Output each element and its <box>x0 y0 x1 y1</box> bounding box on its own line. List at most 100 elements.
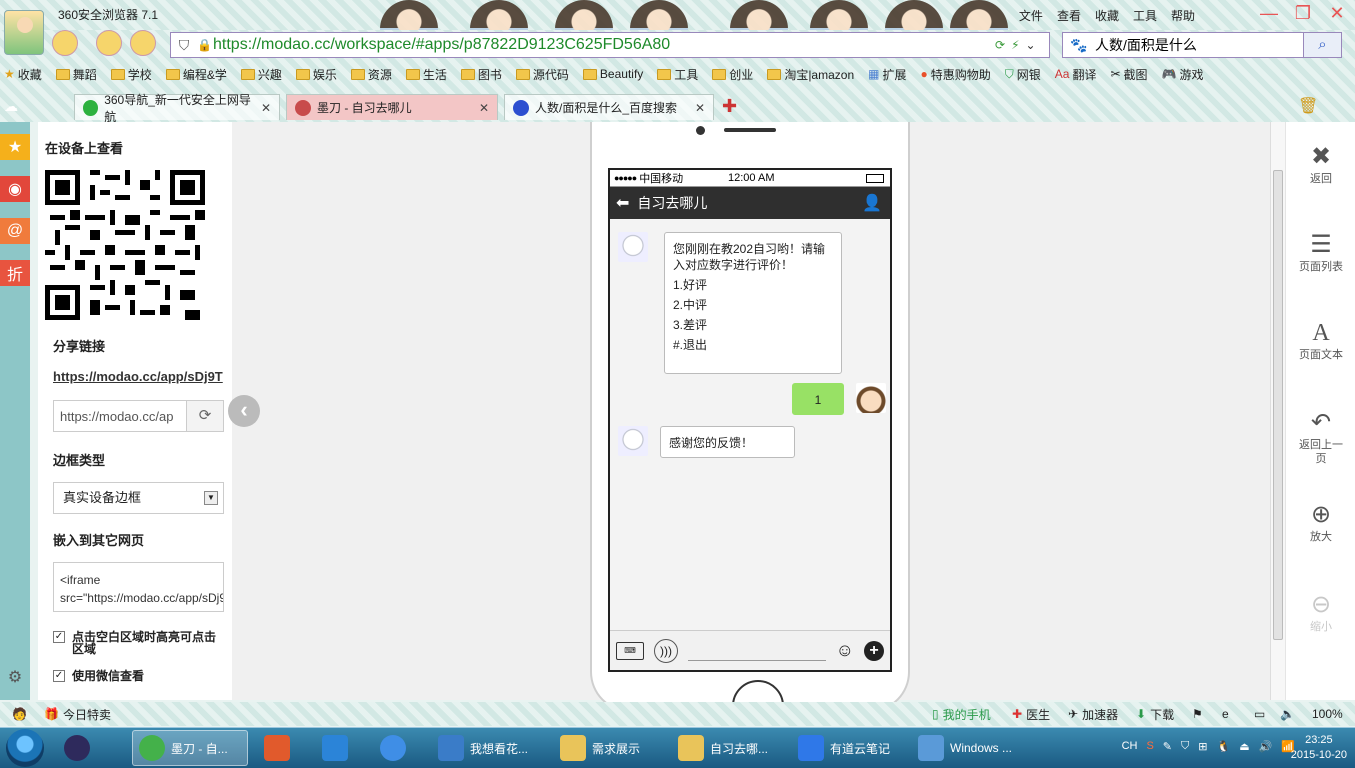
volume-icon[interactable]: 🔈 <box>1280 707 1295 721</box>
bookmark-folder[interactable]: 舞蹈 <box>55 66 97 83</box>
today-deal[interactable]: 🎁 今日特卖 <box>44 706 111 723</box>
back-tool[interactable]: ✖ 返回 <box>1286 142 1355 186</box>
share-link[interactable]: https://modao.cc/app/sDj9T <box>53 369 225 384</box>
theme-avatar[interactable] <box>96 30 122 56</box>
volume-icon[interactable]: 🔊 <box>1259 740 1273 753</box>
user-avatar[interactable] <box>4 10 44 55</box>
email-icon[interactable]: @ <box>0 218 30 244</box>
plus-icon[interactable]: + <box>864 640 884 661</box>
start-button[interactable] <box>6 729 44 767</box>
highlight-checkbox[interactable]: ✓ 点击空白区域时高亮可点击区域 <box>53 631 222 655</box>
zoom-in-tool[interactable]: ⊕ 放大 <box>1286 500 1355 544</box>
close-icon[interactable]: ✕ <box>261 101 271 115</box>
page-list-tool[interactable]: ☰ 页面列表 <box>1286 230 1355 274</box>
qq-icon[interactable]: 🐧 <box>1216 740 1230 753</box>
windows-icon[interactable]: ⊞ <box>1198 740 1207 753</box>
lightning-icon[interactable]: ⚡ <box>1011 38 1019 52</box>
search-icon[interactable]: ⌕ <box>1303 33 1341 57</box>
ie-icon[interactable]: e <box>1222 707 1229 721</box>
trash-icon[interactable]: 🗑 <box>1298 96 1318 116</box>
close-icon[interactable]: ✕ <box>695 101 705 115</box>
cloud-icon[interactable]: ☁ <box>4 98 18 115</box>
task-folder-study[interactable]: 自习去哪... <box>672 730 788 766</box>
bookmark-folder[interactable]: 兴趣 <box>240 66 282 83</box>
maximize-icon[interactable]: ❐ <box>1291 2 1315 24</box>
tab-baidu[interactable]: 人数/面积是什么_百度搜索 ✕ <box>504 94 714 120</box>
bookmark-folder[interactable]: 淘宝|amazon <box>767 66 854 83</box>
bookmark-favorites[interactable]: ★ 收藏 <box>4 66 42 83</box>
back-arrow-icon[interactable]: ⬅ <box>616 193 629 213</box>
task-qq-browser[interactable] <box>316 730 364 766</box>
task-hbuilder[interactable] <box>258 730 306 766</box>
menu-favorites[interactable]: 收藏 <box>1095 7 1119 24</box>
bookmark-folder[interactable]: 学校 <box>110 66 152 83</box>
share-url-input[interactable] <box>54 408 186 424</box>
theme-avatar[interactable] <box>130 30 156 56</box>
chat-input[interactable] <box>688 641 826 661</box>
url-input[interactable] <box>213 36 989 54</box>
task-chat[interactable]: 我想看花... <box>432 730 548 766</box>
my-phone[interactable]: ▯ 我的手机 <box>932 706 991 723</box>
task-eclipse[interactable] <box>58 730 120 766</box>
task-browser[interactable]: 墨刀 - 自... <box>132 730 248 766</box>
flag-icon[interactable]: ⚑ <box>1192 707 1203 721</box>
bookmark-extensions[interactable]: ▦ 扩展 <box>868 66 906 83</box>
bookmark-folder[interactable]: 娱乐 <box>295 66 337 83</box>
person-icon[interactable]: 👤 <box>862 193 882 213</box>
search-input[interactable] <box>1095 37 1303 53</box>
menu-view[interactable]: 查看 <box>1057 7 1081 24</box>
clock[interactable]: 23:25 2015-10-20 <box>1291 733 1347 763</box>
wechat-checkbox[interactable]: ✓ 使用微信查看 <box>53 670 144 682</box>
emoji-icon[interactable]: ☺ <box>836 640 854 661</box>
checkbox-checked-icon[interactable]: ✓ <box>53 631 65 643</box>
bookmark-folder[interactable]: Beautify <box>582 67 643 81</box>
bookmark-shopping[interactable]: ● 特惠购物助 <box>920 66 990 83</box>
page-text-tool[interactable]: A 页面文本 <box>1286 318 1355 362</box>
shield-icon[interactable]: ⛉ <box>171 37 197 54</box>
bookmark-folder[interactable]: 生活 <box>405 66 447 83</box>
usb-icon[interactable]: ⏏ <box>1239 740 1249 753</box>
new-tab-icon[interactable]: ✚ <box>722 96 737 117</box>
bookmark-games[interactable]: 🎮 游戏 <box>1162 66 1204 83</box>
bookmark-folder[interactable]: 创业 <box>712 66 753 83</box>
task-youdao[interactable]: 有道云笔记 <box>792 730 908 766</box>
bookmark-folder[interactable]: 图书 <box>460 66 502 83</box>
close-icon[interactable]: ✕ <box>1325 2 1349 24</box>
task-folder-requirements[interactable]: 需求展示 <box>554 730 664 766</box>
doctor[interactable]: ✚ 医生 <box>1012 706 1050 723</box>
menu-file[interactable]: 文件 <box>1019 7 1043 24</box>
weibo-icon[interactable]: ◉ <box>0 176 30 202</box>
refresh-icon[interactable]: ⟳ <box>186 401 223 431</box>
embed-code-textarea[interactable]: <iframe src="https://modao.cc/app/sDj9TM… <box>53 562 224 612</box>
qr-code[interactable] <box>45 170 205 320</box>
shield-icon[interactable]: ⛉ <box>1181 740 1189 753</box>
menu-tools[interactable]: 工具 <box>1133 7 1157 24</box>
accelerator[interactable]: ✈ 加速器 <box>1068 706 1118 723</box>
task-windows[interactable]: Windows ... <box>912 730 1028 766</box>
tab-360-nav[interactable]: 360导航_新一代安全上网导航 ✕ <box>74 93 280 124</box>
download[interactable]: ⬇ 下载 <box>1136 706 1174 723</box>
menu-help[interactable]: 帮助 <box>1171 7 1195 24</box>
baidu-paw-icon[interactable]: 🐾 <box>1063 37 1095 54</box>
tab-modao[interactable]: 墨刀 - 自习去哪儿 ✕ <box>286 94 498 120</box>
bookmark-folder[interactable]: 源代码 <box>515 66 569 83</box>
bookmark-folder[interactable]: 工具 <box>657 66 698 83</box>
back-page-tool[interactable]: ↶ 返回上一页 <box>1286 408 1355 466</box>
bookmark-bank[interactable]: ⛉ 网银 <box>1005 66 1041 83</box>
pen-icon[interactable]: ✎ <box>1163 740 1172 753</box>
sogou-ime-icon[interactable]: S <box>1146 740 1153 753</box>
task-sogou[interactable] <box>374 730 422 766</box>
zoom-out-tool[interactable]: ⊖ 缩小 <box>1286 590 1355 634</box>
collapse-panel-button[interactable]: ‹ <box>228 395 260 427</box>
mascot-icon[interactable]: 🧑 <box>12 707 27 721</box>
zoom-level[interactable]: 100% <box>1312 707 1343 721</box>
language-indicator[interactable]: CH <box>1122 740 1138 753</box>
minimize-icon[interactable]: — <box>1257 2 1281 24</box>
bookmark-folder[interactable]: 资源 <box>350 66 392 83</box>
refresh-icon[interactable]: ⟳ <box>995 38 1005 52</box>
gear-icon[interactable]: ⚙ <box>0 664 30 690</box>
border-type-select[interactable]: 真实设备边框 ▼ <box>53 482 224 514</box>
window-icon[interactable]: ▭ <box>1254 707 1265 721</box>
canvas-scrollbar[interactable] <box>1270 122 1285 700</box>
checkbox-checked-icon[interactable]: ✓ <box>53 670 65 682</box>
